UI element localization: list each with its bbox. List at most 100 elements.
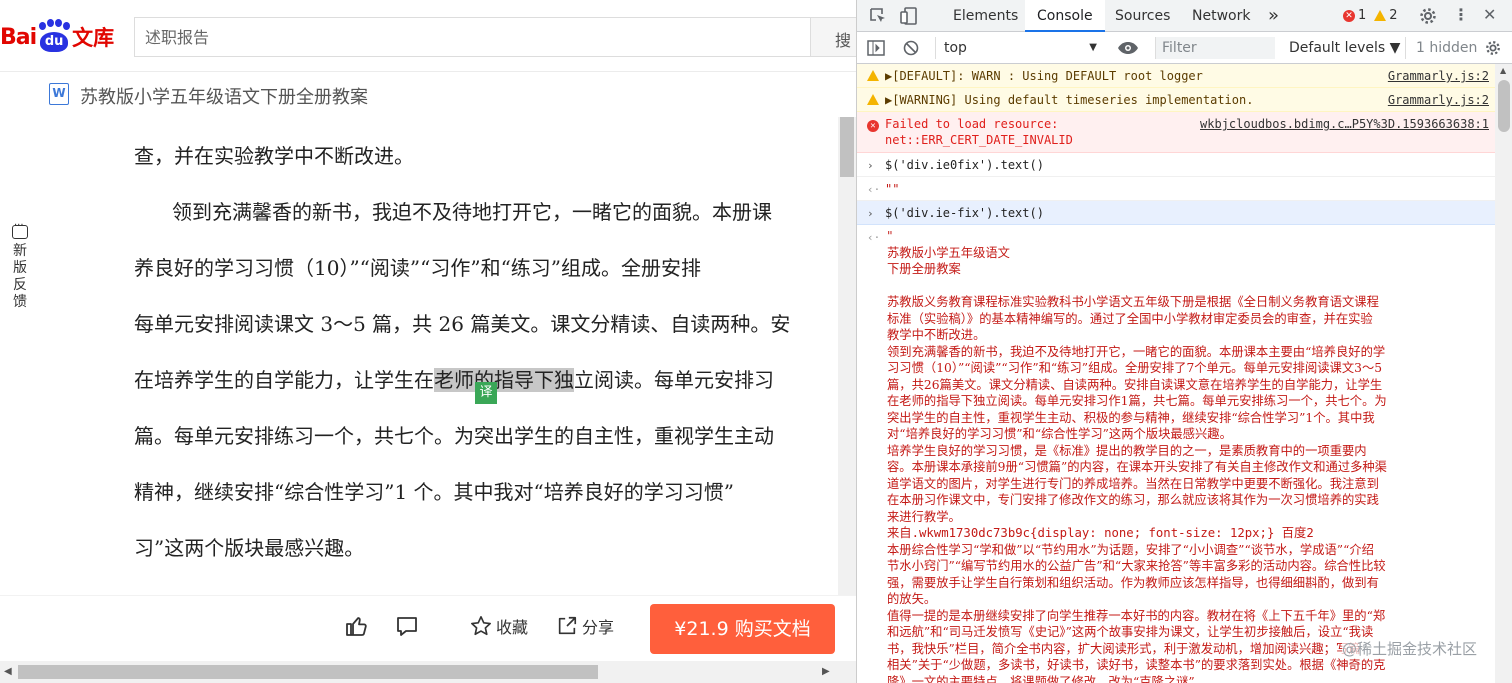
console-result-text[interactable]: " 苏教版小学五年级语文 下册全册教案 苏教版义务教育课程标准实验教科书小学语文五年级…	[887, 228, 1487, 683]
console-output-line: 来进行教学。	[887, 509, 961, 524]
console-output-line: 来自.wkwm1730dc73b9c{display: none; font-s…	[887, 526, 1314, 540]
console-command: $('div.ie0fix').text()	[885, 158, 1044, 172]
console-output: ▶[DEFAULT]: WARN : Using DEFAULT root lo…	[857, 64, 1495, 683]
error-count-badge[interactable]: ✕ 1 2	[1343, 8, 1398, 23]
settings-gear-icon[interactable]	[1419, 7, 1437, 25]
search-input[interactable]	[135, 18, 795, 56]
clear-console-icon[interactable]	[903, 40, 919, 56]
webpage: Bai du 文库 搜 W 苏教版小学五年级语文下册全册教案 新 版 反 馈	[0, 0, 856, 683]
console-warning[interactable]: ▶[DEFAULT]: WARN : Using DEFAULT root lo…	[857, 64, 1495, 88]
device-toolbar-icon[interactable]	[899, 6, 919, 26]
console-output-line: 值得一提的是本册继续安排了向学生推荐一本好书的内容。教材在将《上下五千年》里的“…	[887, 608, 1386, 623]
search-button[interactable]: 搜	[810, 17, 856, 57]
console-output-line: 标准（实验稿）》的基本精神编写的。通过了全国中小学教材审定委员会的审查，并在实验	[887, 311, 1373, 326]
console-message-detail: net::ERR_CERT_DATE_INVALID	[885, 133, 1073, 147]
translate-button[interactable]: 译	[475, 382, 497, 404]
source-link[interactable]: Grammarly.js:2	[1388, 93, 1489, 107]
console-scrollbar[interactable]: ▲	[1495, 64, 1512, 683]
doc-line: 在培养学生的自学能力，让学生在老师的指导下独立阅读。每单元安排习	[134, 366, 774, 394]
comment-icon	[397, 617, 417, 636]
doc-line: 领到充满馨香的新书，我迫不及待地打开它，一睹它的面貌。本册课	[172, 200, 772, 224]
search-button-label: 搜	[835, 31, 852, 50]
console-output-line: 相关”关于“少做题，多读书，好读书，读好书，读整本书”的要求落到实处。根据《神奇…	[887, 658, 1386, 672]
error-icon: ✕	[867, 118, 879, 132]
doc-line: 精神，继续安排“综合性学习”1 个。其中我对“培养良好的学习习惯”	[134, 480, 734, 504]
share-label: 分享	[582, 618, 615, 637]
console-output-line: 教学中不断改进。	[887, 328, 986, 342]
close-icon[interactable]: ✕	[1483, 5, 1496, 24]
comment-button[interactable]	[395, 614, 419, 638]
console-warning[interactable]: ▶[WARNING] Using default timeseries impl…	[857, 88, 1495, 112]
console-error[interactable]: ✕ Failed to load resource: net::ERR_CERT…	[857, 112, 1495, 153]
scrollbar-thumb[interactable]	[18, 665, 598, 679]
selected-text[interactable]: 老师的指导下独	[434, 368, 574, 392]
console-settings-icon[interactable]	[1485, 40, 1501, 56]
word-doc-icon: W	[49, 83, 69, 105]
console-output-line: 在老师的指导下独立阅读。每单元安排习作1篇，共七篇。每单元安排练习一个，共七个。…	[887, 394, 1387, 408]
share-button[interactable]: 分享	[556, 614, 614, 638]
baidu-wenku-logo[interactable]: Bai du 文库	[0, 19, 114, 54]
console-input[interactable]: › $('div.ie-fix').text()	[857, 201, 1495, 225]
eye-icon[interactable]	[1117, 41, 1139, 55]
more-options-icon[interactable]: ⋮	[1453, 5, 1469, 24]
scroll-left-icon[interactable]: ◀	[4, 666, 12, 677]
console-output-line: 苏教版义务教育课程标准实验教科书小学语文五年级下册是根据《全日制义务教育语文课程	[887, 295, 1379, 309]
page-horizontal-scrollbar[interactable]: ◀ ▶	[0, 661, 856, 683]
document-title: 苏教版小学五年级语文下册全册教案	[80, 87, 368, 108]
doc-text: 立阅读。每单元安排习	[574, 368, 774, 392]
console-output-line: 领到充满馨香的新书，我迫不及待地打开它，一睹它的面貌。本册课本主要由“培养良好的…	[887, 344, 1386, 359]
inspect-element-icon[interactable]	[869, 7, 887, 25]
doc-line: 查，并在实验教学中不断改进。	[134, 144, 414, 168]
context-selector[interactable]: top ▼	[935, 37, 1105, 59]
sidebar-toggle-icon[interactable]	[867, 40, 885, 56]
console-message: ▶[DEFAULT]: WARN : Using DEFAULT root lo…	[885, 69, 1203, 83]
console-output-line: 突出学生的自主性，重视学生主动、积极的参与精神，继续安排“综合性学习”1个。其中…	[887, 410, 1375, 425]
tab-network[interactable]: Network	[1192, 0, 1250, 32]
console-output-line: 苏教版小学五年级语文	[887, 245, 1010, 260]
console-message: ▶[WARNING] Using default timeseries impl…	[885, 93, 1254, 107]
scroll-up-icon[interactable]: ▲	[1500, 66, 1506, 75]
feedback-button[interactable]: 新 版 反 馈	[8, 220, 32, 311]
console-result: ‹· ""	[857, 177, 1495, 201]
like-button[interactable]	[345, 614, 369, 638]
console-output-line: 对“培养良好的学习习惯”和“综合性学习”这两个版块最感兴趣。	[887, 427, 1232, 441]
scrollbar-thumb[interactable]	[1498, 80, 1510, 132]
logo-du-text: du	[40, 32, 69, 52]
log-levels-dropdown[interactable]: Default levels ▼	[1289, 37, 1400, 59]
page-vertical-scrollbar[interactable]	[838, 117, 856, 595]
console-output-line: 本册综合性学习“学和做”以“节约用水”为话题，安排了“小小调查”“谈节水，学成语…	[887, 542, 1374, 557]
dropdown-arrow-icon: ▼	[1089, 42, 1097, 53]
console-output-line: 在本册习作课文中，专门安排了修改作文的练习，那么就应该将其作为一次习惯培养的实践	[887, 493, 1379, 507]
console-output-line: 容。本册课本承接前9册“习惯篇”的内容，在课本开头安排了有关自主修改作文和通过多…	[887, 460, 1387, 474]
tab-elements[interactable]: Elements	[953, 0, 1018, 32]
doc-line: 习”这两个版块最感兴趣。	[134, 536, 365, 560]
warning-icon	[1374, 10, 1387, 21]
console-output-line: 节水小窍门”“编写节约用水的公益广告”和“大家来抢答”等丰富多彩的活动内容。综合…	[887, 559, 1386, 573]
feedback-char: 反	[13, 277, 27, 293]
buy-document-button[interactable]: ¥21.9 购买文档	[650, 604, 835, 654]
tab-sources[interactable]: Sources	[1115, 0, 1170, 32]
warning-icon	[867, 70, 879, 84]
source-link[interactable]: Grammarly.js:2	[1388, 69, 1489, 83]
source-link[interactable]: wkbjcloudbos.bdimg.c…P5Y%3D.1593663638:1	[1200, 117, 1489, 131]
console-command: $('div.ie-fix').text()	[885, 206, 1044, 220]
tab-console[interactable]: Console	[1025, 0, 1105, 32]
console-input[interactable]: › $('div.ie0fix').text()	[857, 153, 1495, 177]
console-output-line: 的放矢。	[887, 592, 937, 606]
scrollbar-thumb[interactable]	[840, 117, 854, 177]
feedback-char: 馈	[13, 294, 27, 310]
scroll-right-icon[interactable]: ▶	[822, 666, 830, 677]
feedback-char: 版	[13, 260, 27, 276]
document-titlebar: W 苏教版小学五年级语文下册全册教案	[0, 73, 836, 117]
share-icon	[558, 616, 577, 635]
more-tabs-icon[interactable]: »	[1268, 0, 1279, 32]
console-message: Failed to load resource:	[885, 117, 1059, 131]
screen: Bai du 文库 搜 W 苏教版小学五年级语文下册全册教案 新 版 反 馈	[0, 0, 1512, 683]
filter-input[interactable]: Filter	[1155, 37, 1275, 59]
hidden-count: 1 hidden	[1405, 37, 1477, 59]
doc-line: 养良好的学习习惯（10）”“阅读”“习作”和“练习”组成。全册安排	[134, 256, 702, 280]
collect-button[interactable]: 收藏	[470, 614, 528, 638]
console-output-line: 隆》一文的主要特点，将课题做了修改，改为“克隆之谜”	[887, 674, 1195, 683]
warning-icon	[867, 94, 879, 108]
